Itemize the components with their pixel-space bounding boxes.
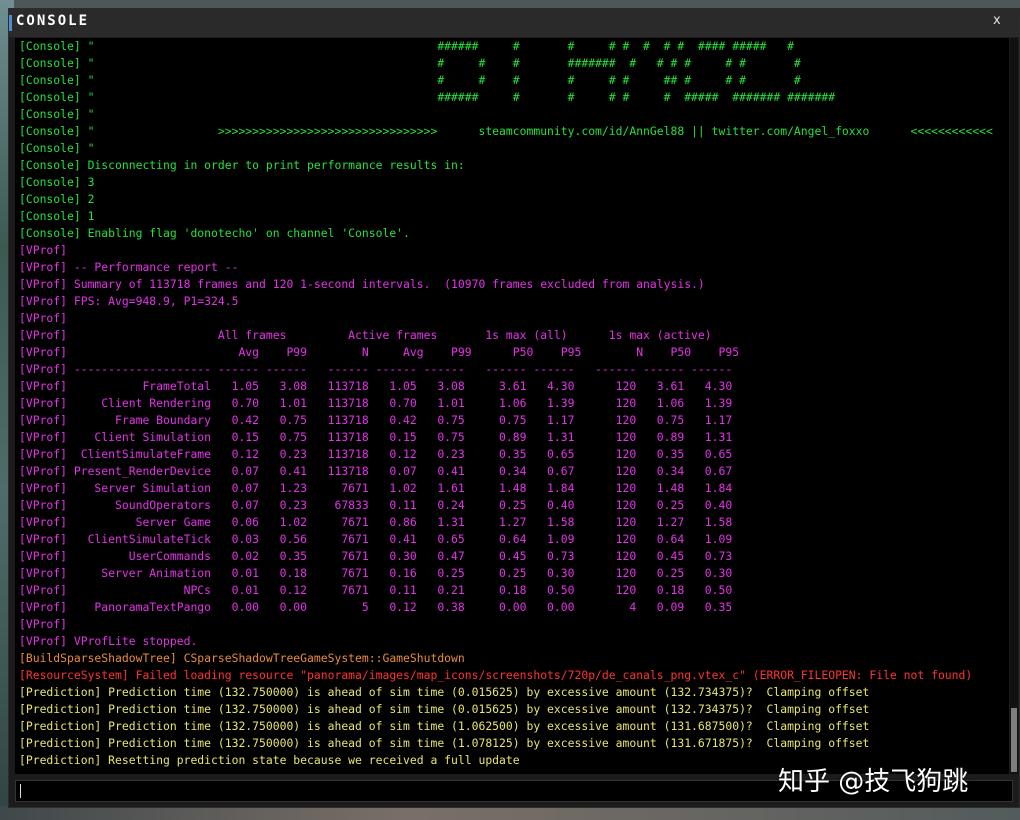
console-line-vprof: [VProf] Server Simulation 0.07 1.23 7671… xyxy=(19,481,733,495)
console-line-vprof: [VProf] -- Performance report -- xyxy=(19,260,239,274)
console-line-vprof: [VProf] NPCs 0.01 0.12 7671 0.11 0.21 0.… xyxy=(19,583,733,597)
console-titlebar[interactable]: CONSOLE x xyxy=(9,9,1019,37)
console-line-vprof: [VProf] ClientSimulateFrame 0.12 0.23 11… xyxy=(19,447,733,461)
console-line-console: [Console] Disconnecting in order to prin… xyxy=(19,158,465,172)
console-line-console: [Console] " # # # # # # ## # # # # xyxy=(19,73,801,87)
zhihu-watermark: 知乎 @技飞狗跳 xyxy=(778,767,969,797)
console-line-vprof: [VProf] Frame Boundary 0.42 0.75 113718 … xyxy=(19,413,733,427)
text-caret xyxy=(20,784,21,798)
console-line-console: [Console] " # # # ####### # # # # # # # xyxy=(19,56,801,70)
console-line-vprof: [VProf] Present_RenderDevice 0.07 0.41 1… xyxy=(19,464,733,478)
title-accent-mark xyxy=(9,15,12,31)
console-line-vprof: [VProf] xyxy=(19,311,68,325)
console-line-console: [Console] " xyxy=(19,141,95,155)
console-line-prediction: [Prediction] Prediction time (132.750000… xyxy=(19,719,870,733)
console-line-console: [Console] " ###### # # # # # ##### #####… xyxy=(19,90,836,104)
console-line-vprof: [VProf] FrameTotal 1.05 3.08 113718 1.05… xyxy=(19,379,733,393)
close-icon[interactable]: x xyxy=(993,13,1001,28)
console-line-vprof: [VProf] Client Simulation 0.15 0.75 1137… xyxy=(19,430,733,444)
console-line-vprof: [VProf] -------------------- ------ ----… xyxy=(19,362,733,376)
console-line-prediction: [Prediction] Prediction time (132.750000… xyxy=(19,685,870,699)
console-line-vprof: [VProf] PanoramaTextPango 0.00 0.00 5 0.… xyxy=(19,600,733,614)
console-line-console: [Console] 1 xyxy=(19,209,95,223)
console-line-console: [Console] " xyxy=(19,107,95,121)
console-line-vprof: [VProf] Server Game 0.06 1.02 7671 0.86 … xyxy=(19,515,733,529)
window-title: CONSOLE xyxy=(16,13,90,29)
console-lines: [Console] " ###### # # # # # # # #### ##… xyxy=(19,38,1009,769)
console-line-vprof: [VProf] UserCommands 0.02 0.35 7671 0.30… xyxy=(19,549,733,563)
console-line-console: [Console] " >>>>>>>>>>>>>>>>>>>>>>>>>>>>… xyxy=(19,124,993,138)
console-line-console: [Console] 2 xyxy=(19,192,95,206)
console-output[interactable]: [Console] " ###### # # # # # # # #### ##… xyxy=(15,38,1009,774)
console-line-vprof: [VProf] VProfLite stopped. xyxy=(19,634,198,648)
console-line-build: [BuildSparseShadowTree] CSparseShadowTre… xyxy=(19,651,465,665)
console-line-prediction: [Prediction] Prediction time (132.750000… xyxy=(19,736,870,750)
console-window: CONSOLE x [Console] " ###### # # # # # #… xyxy=(8,8,1020,808)
console-line-vprof: [VProf] ClientSimulateTick 0.03 0.56 767… xyxy=(19,532,733,546)
console-line-vprof: [VProf] Avg P99 N Avg P99 P50 P95 N P50 … xyxy=(19,345,740,359)
console-line-vprof: [VProf] All frames Active frames 1s max … xyxy=(19,328,712,342)
console-line-vprof: [VProf] Client Rendering 0.70 1.01 11371… xyxy=(19,396,733,410)
console-line-vprof: [VProf] Summary of 113718 frames and 120… xyxy=(19,277,705,291)
console-line-vprof: [VProf] xyxy=(19,617,68,631)
console-line-vprof: [VProf] Server Animation 0.01 0.18 7671 … xyxy=(19,566,733,580)
console-line-error: [ResourceSystem] Failed loading resource… xyxy=(19,668,973,682)
console-line-vprof: [VProf] FPS: Avg=948.9, P1=324.5 xyxy=(19,294,239,308)
console-line-console: [Console] 3 xyxy=(19,175,95,189)
background-game-scene-bottom xyxy=(0,806,1020,820)
console-line-vprof: [VProf] xyxy=(19,243,68,257)
console-line-console: [Console] " ###### # # # # # # # #### ##… xyxy=(19,39,794,53)
console-line-vprof: [VProf] SoundOperators 0.07 0.23 67833 0… xyxy=(19,498,733,512)
console-line-console: [Console] Enabling flag 'donotecho' on c… xyxy=(19,226,410,240)
console-line-prediction: [Prediction] Prediction time (132.750000… xyxy=(19,702,870,716)
scrollbar-thumb[interactable] xyxy=(1011,708,1017,772)
console-scrollbar[interactable] xyxy=(1010,38,1018,774)
